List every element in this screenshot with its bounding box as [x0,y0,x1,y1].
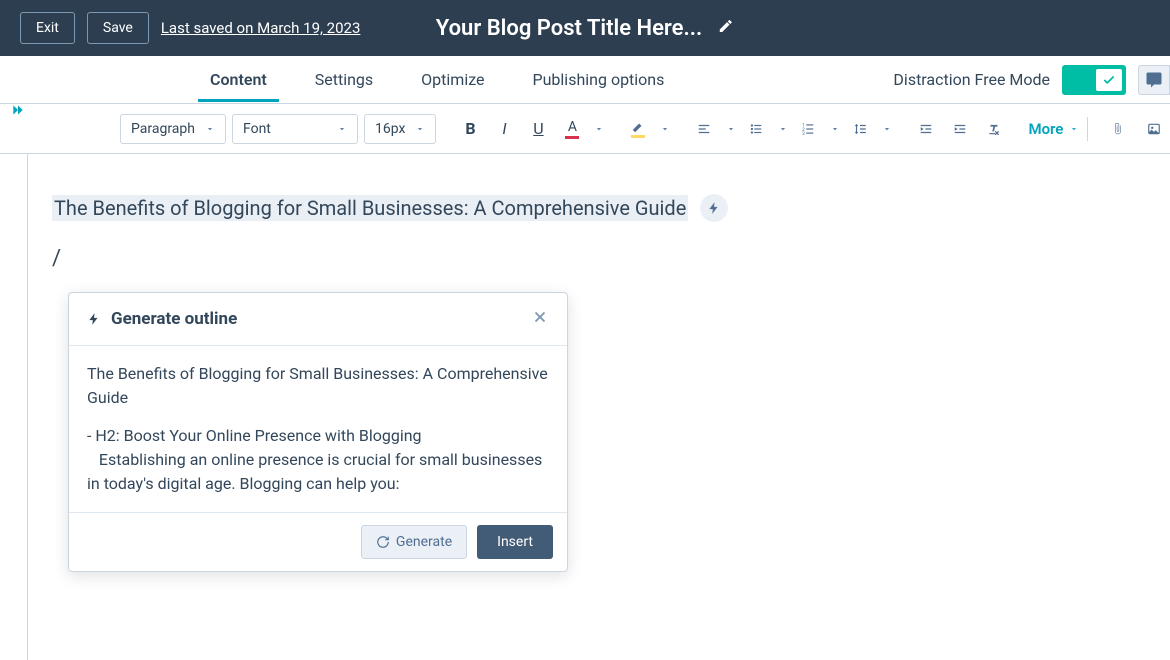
save-button[interactable]: Save [87,12,149,44]
popup-body: The Benefits of Blogging for Small Busin… [69,346,567,513]
bullet-list-icon[interactable] [742,115,770,143]
tab-optimize[interactable]: Optimize [421,58,484,101]
underline-icon[interactable]: U [524,115,552,143]
comment-button[interactable] [1138,65,1170,95]
clear-format-icon[interactable] [980,115,1008,143]
image-icon[interactable] [1140,115,1168,143]
generate-button[interactable]: Generate [361,525,467,559]
close-icon[interactable] [531,307,549,331]
number-list-icon[interactable]: 123 [794,115,822,143]
distraction-free-label: Distraction Free Mode [893,70,1050,89]
distraction-free-toggle[interactable] [1062,65,1126,95]
italic-icon[interactable]: I [490,115,518,143]
highlight-icon[interactable] [624,115,652,143]
toolbar: Paragraph Font 16px B I U A [0,104,1170,154]
expand-sidebar-icon[interactable] [4,96,32,124]
generate-outline-popup: Generate outline The Benefits of Bloggin… [68,292,568,572]
bullet-caret[interactable] [778,124,788,134]
bolt-icon [87,312,101,326]
popup-line-1: The Benefits of Blogging for Small Busin… [87,362,549,410]
outdent-icon[interactable] [912,115,940,143]
align-caret[interactable] [726,124,736,134]
tab-settings[interactable]: Settings [315,58,373,101]
slash-command[interactable]: / [52,246,1146,271]
exit-button[interactable]: Exit [20,12,75,44]
tabs-bar: Content Settings Optimize Publishing opt… [0,56,1170,104]
post-heading[interactable]: The Benefits of Blogging for Small Busin… [52,195,688,221]
indent-icon[interactable] [946,115,974,143]
lineheight-caret[interactable] [882,124,892,134]
generate-label: Generate [396,534,452,550]
editor-content[interactable]: The Benefits of Blogging for Small Busin… [28,154,1170,660]
left-rail [0,154,28,660]
more-button[interactable]: More [1028,120,1079,138]
attachment-icon[interactable] [1104,115,1132,143]
top-bar: Exit Save Last saved on March 19, 2023 Y… [0,0,1170,56]
font-label: Font [243,121,271,137]
line-height-icon[interactable] [846,115,874,143]
align-icon[interactable] [690,115,718,143]
bold-icon[interactable]: B [456,115,484,143]
size-select[interactable]: 16px [364,114,436,144]
popup-line-3: Establishing an online presence is cruci… [87,448,549,496]
text-color-caret[interactable] [594,124,604,134]
popup-line-2: - H2: Boost Your Online Presence with Bl… [87,424,549,448]
tab-content[interactable]: Content [210,58,267,101]
refresh-icon [376,535,390,549]
more-label: More [1028,120,1063,138]
size-label: 16px [375,121,405,137]
page-title: Your Blog Post Title Here... [436,16,702,41]
font-select[interactable]: Font [232,114,358,144]
paragraph-select[interactable]: Paragraph [120,114,226,144]
tab-publishing[interactable]: Publishing options [533,58,665,101]
check-icon [1096,69,1122,91]
ai-bolt-icon[interactable] [700,194,728,222]
insert-outline-button[interactable]: Insert [477,525,553,559]
paragraph-label: Paragraph [131,121,195,137]
pencil-icon[interactable] [718,18,734,38]
number-caret[interactable] [830,124,840,134]
highlight-caret[interactable] [660,124,670,134]
svg-text:3: 3 [803,130,806,135]
last-saved-link[interactable]: Last saved on March 19, 2023 [161,19,361,37]
text-color-icon[interactable]: A [558,115,586,143]
popup-title-text: Generate outline [111,309,237,329]
